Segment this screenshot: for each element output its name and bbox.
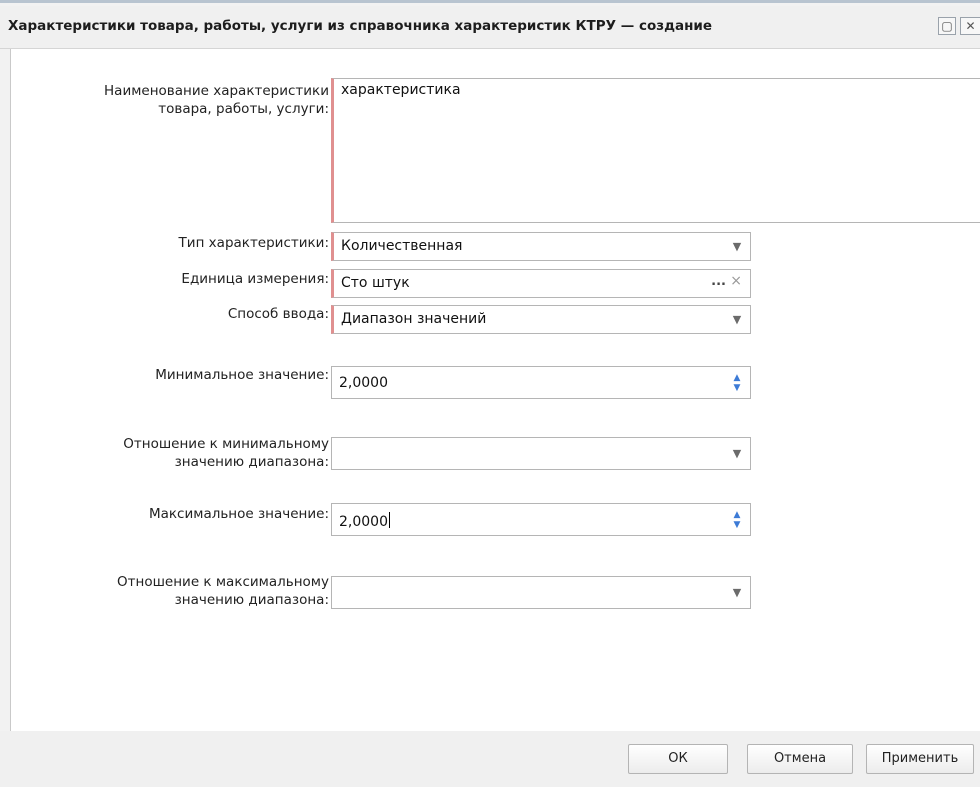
min-value-input[interactable]: 2,0000 ▲ ▼: [331, 366, 751, 399]
dialog-window: Характеристики товара, работы, услуги из…: [0, 0, 980, 787]
unit-field[interactable]: Сто штук ... ×: [331, 269, 751, 298]
min-relation-label: Отношение к минимальному значению диапаз…: [123, 436, 329, 470]
restore-icon[interactable]: ▢: [938, 17, 956, 35]
chevron-down-icon[interactable]: ▼: [724, 233, 750, 260]
chevron-down-icon[interactable]: ▼: [724, 577, 750, 608]
min-relation-select[interactable]: ▼: [331, 437, 751, 470]
dialog-title: Характеристики товара, работы, услуги из…: [8, 18, 713, 34]
input-method-label: Способ ввода:: [227, 306, 329, 322]
ellipsis-icon[interactable]: ...: [711, 274, 726, 289]
chevron-down-icon[interactable]: ▼: [724, 306, 750, 333]
unit-label: Единица измерения:: [181, 271, 329, 287]
dialog-footer: ОК Отмена Применить: [0, 731, 980, 787]
chevron-down-icon[interactable]: ▼: [724, 438, 750, 469]
max-relation-label: Отношение к максимальному значению диапа…: [117, 574, 329, 608]
cancel-button[interactable]: Отмена: [747, 744, 853, 774]
dialog-titlebar[interactable]: Характеристики товара, работы, услуги из…: [0, 6, 980, 49]
clear-icon[interactable]: ×: [730, 273, 742, 289]
form-area: Наименование характеристики товара, рабо…: [10, 49, 980, 731]
name-textarea[interactable]: характеристика: [331, 78, 980, 223]
max-value-input[interactable]: 2,0000 ▲ ▼: [331, 503, 751, 536]
max-value-label: Максимальное значение:: [148, 506, 329, 522]
type-label: Тип характеристики:: [178, 235, 329, 251]
text-cursor: [389, 512, 390, 528]
min-value-label: Минимальное значение:: [155, 367, 329, 383]
ok-button[interactable]: ОК: [628, 744, 728, 774]
spinner-icon[interactable]: ▲ ▼: [728, 370, 746, 396]
max-relation-select[interactable]: ▼: [331, 576, 751, 609]
spinner-icon[interactable]: ▲ ▼: [728, 507, 746, 533]
name-label: Наименование характеристики товара, рабо…: [104, 83, 329, 117]
input-method-select[interactable]: Диапазон значений ▼: [331, 305, 751, 334]
apply-button[interactable]: Применить: [866, 744, 974, 774]
type-select[interactable]: Количественная ▼: [331, 232, 751, 261]
close-icon[interactable]: ✕: [960, 17, 980, 35]
